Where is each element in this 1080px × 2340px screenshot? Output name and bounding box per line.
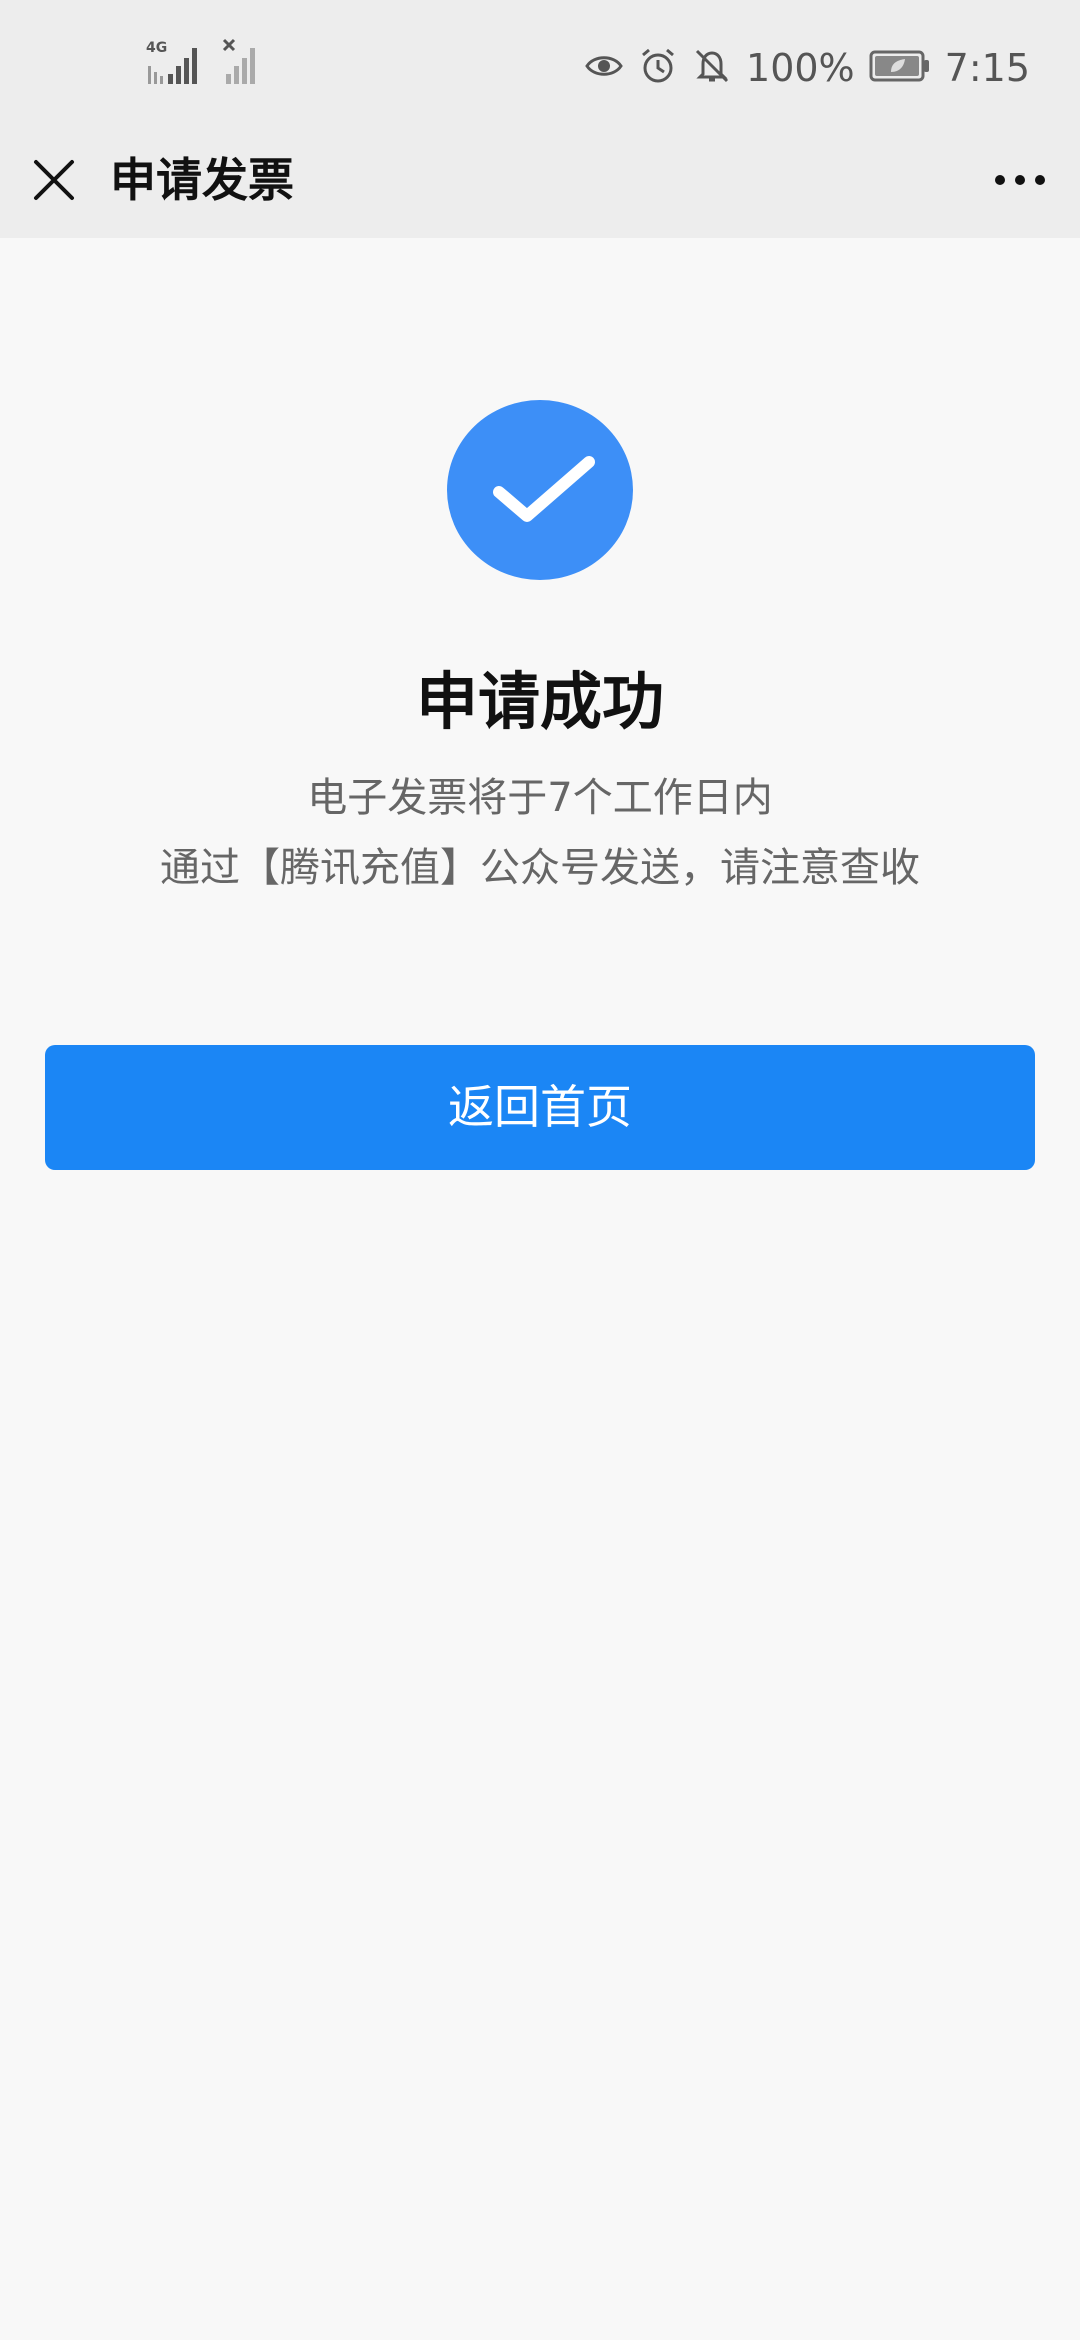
clock: 7:15 [944, 46, 1030, 90]
network-type-label: 4G [146, 40, 167, 56]
close-icon [24, 160, 84, 214]
return-home-button[interactable]: 返回首页 [45, 1045, 1035, 1170]
check-circle-icon [447, 400, 633, 580]
status-indicators: 100% 7:15 [584, 40, 1030, 96]
status-bar: 4G 100% 7:15 [0, 0, 1080, 130]
eye-icon [584, 46, 624, 90]
battery-icon [869, 48, 931, 88]
result-description-line1: 电子发票将于7个工作日内 [307, 775, 773, 821]
result-description-line2: 通过【腾讯充值】公众号发送，请注意查收 [160, 845, 920, 891]
more-button[interactable] [988, 150, 1052, 210]
more-icon [988, 175, 1052, 214]
signal-no-sim-icon [220, 36, 266, 90]
battery-percent: 100% [746, 46, 855, 90]
bell-off-icon [692, 46, 732, 90]
signal-indicators: 4G [146, 38, 266, 90]
app-bar: 申请发票 [0, 130, 1080, 238]
close-button[interactable] [24, 150, 84, 210]
alarm-icon [638, 46, 678, 90]
page-title: 申请发票 [110, 153, 294, 207]
signal-4g-icon: 4G [146, 36, 202, 90]
result-title: 申请成功 [415, 665, 664, 738]
